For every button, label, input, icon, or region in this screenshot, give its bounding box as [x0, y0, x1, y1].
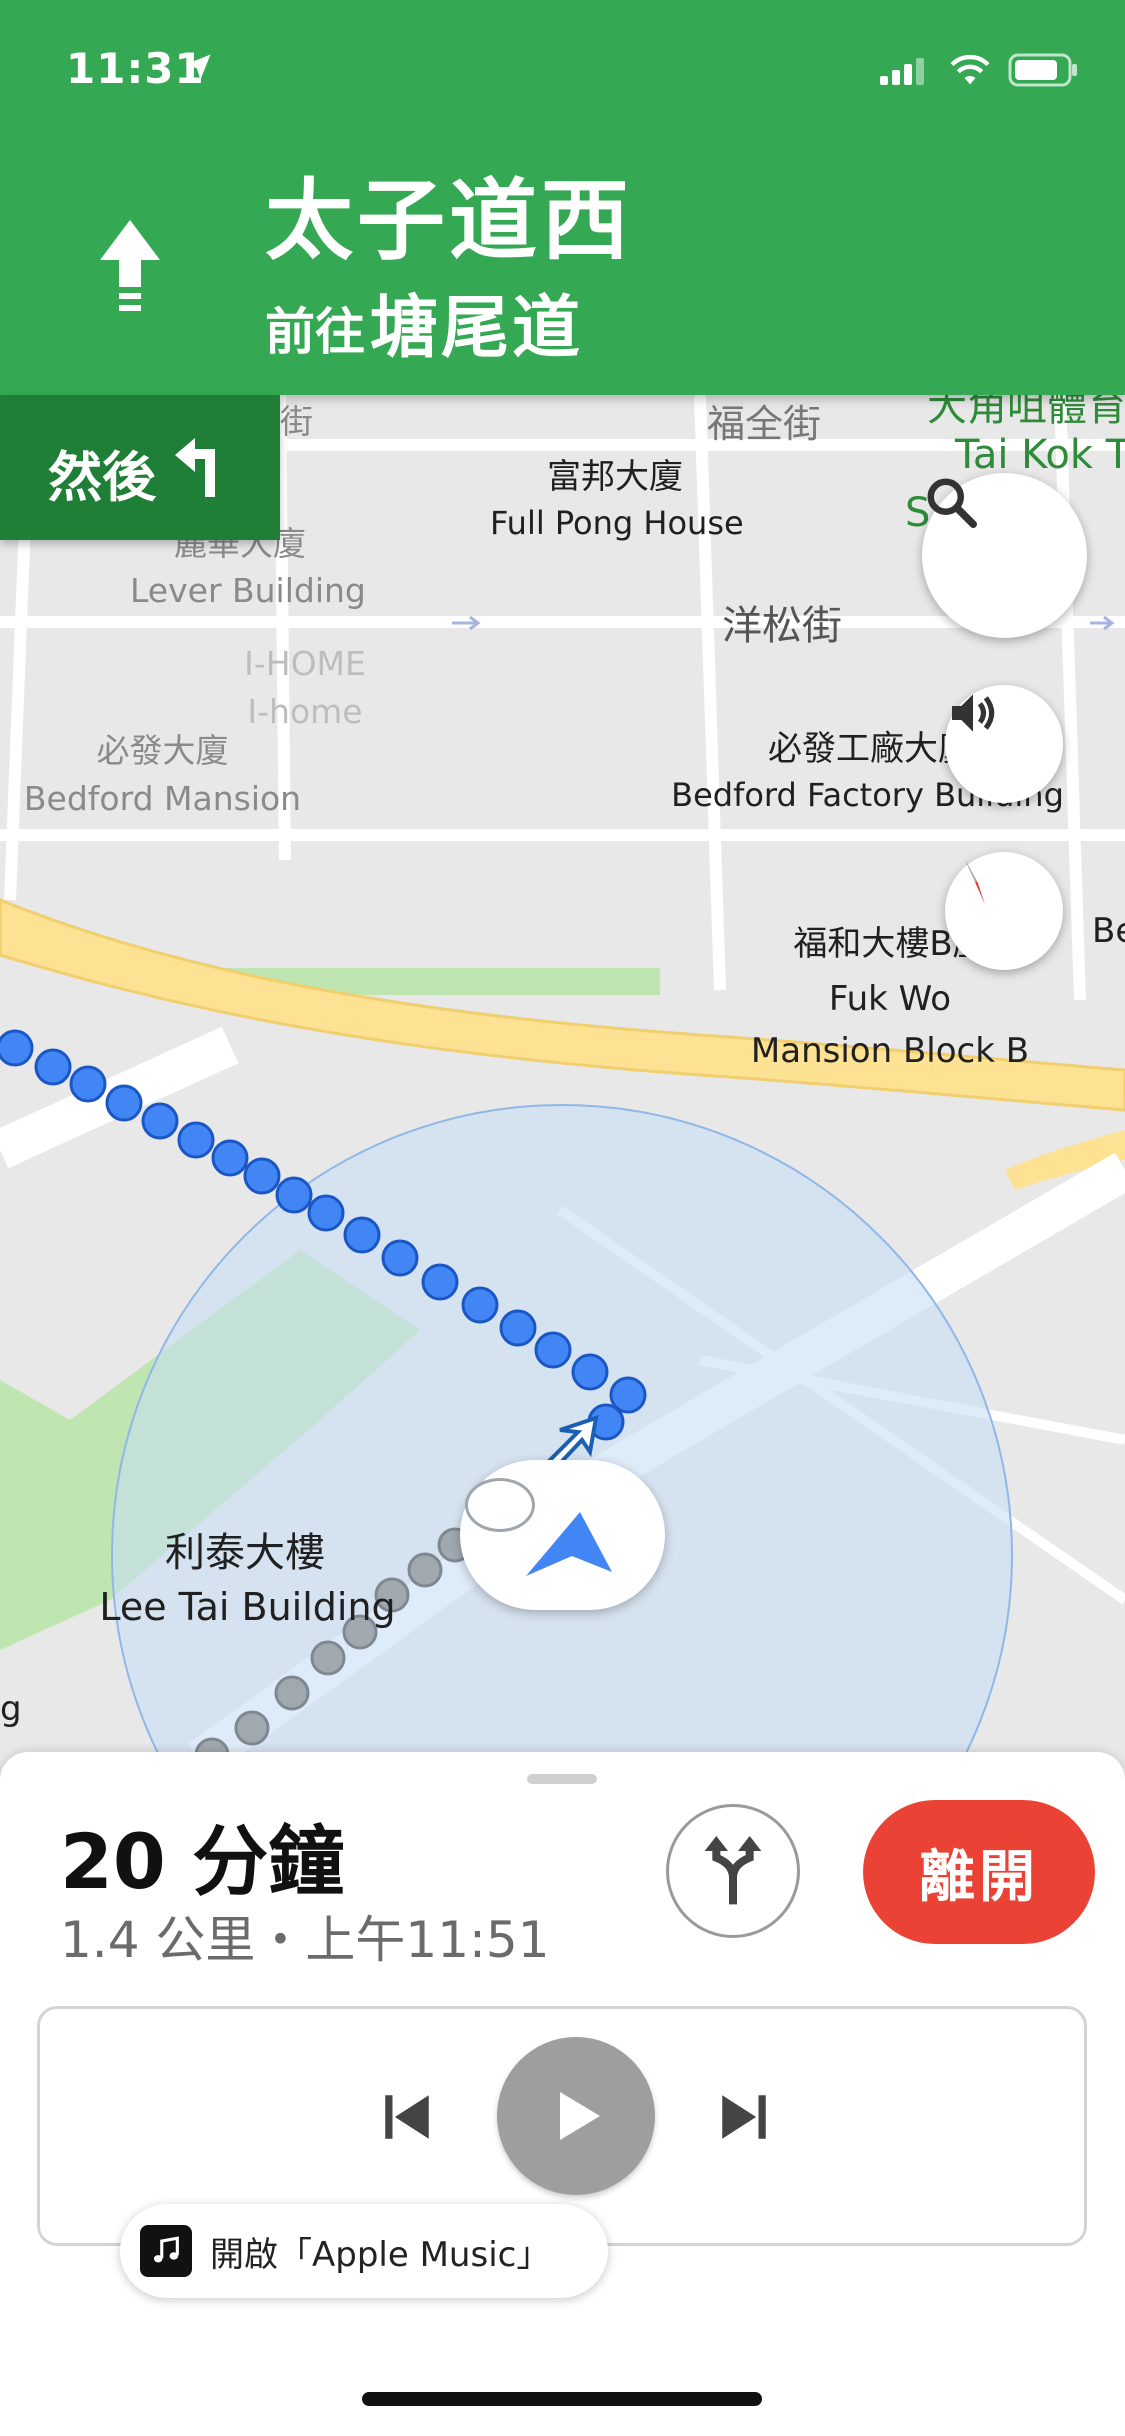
- trip-detail: 1.4 公里・上午11:51: [60, 1911, 550, 1969]
- trip-duration: 20 分鐘: [60, 1817, 345, 1906]
- then-label: 然後: [48, 446, 156, 509]
- turn-left-icon: [175, 438, 215, 497]
- search-button[interactable]: [922, 473, 1087, 638]
- music-note-icon: [153, 2236, 179, 2263]
- map-label: 福全街: [707, 402, 822, 446]
- wifi-icon: [950, 54, 990, 85]
- sheet-drag-handle[interactable]: [527, 1774, 597, 1784]
- exit-navigation-button[interactable]: 離開: [863, 1800, 1095, 1944]
- open-apple-music-label: 開啟「Apple Music」: [210, 2234, 551, 2275]
- navigation-banner[interactable]: 11:31 太子道西 前往 塘尾道: [0, 0, 1125, 395]
- alternate-routes-button[interactable]: [666, 1804, 800, 1938]
- map-label: Mansion Block B: [750, 1031, 1030, 1071]
- map-label: I-HOME: [244, 644, 366, 683]
- toward-street: 塘尾道: [370, 289, 584, 368]
- compass-button[interactable]: [945, 852, 1063, 970]
- map-label: 洋松街: [722, 603, 842, 649]
- compass-icon: [965, 859, 985, 905]
- map-label: 街: [280, 402, 313, 441]
- map-label: Bedford Mansion: [23, 779, 302, 818]
- skip-next-icon[interactable]: [715, 2088, 773, 2146]
- route-start-marker: [465, 1478, 535, 1532]
- map-label: Be: [1092, 911, 1125, 951]
- map-label: g: [0, 1689, 22, 1729]
- map-label: Lee Tai Building: [99, 1585, 396, 1629]
- volume-icon: [952, 694, 995, 732]
- map-label: 必發大廈: [96, 731, 229, 770]
- search-icon: [927, 478, 977, 528]
- next-turn-box[interactable]: 然後: [0, 395, 280, 540]
- map-label: 利泰大樓: [165, 1530, 325, 1576]
- current-street: 太子道西: [265, 169, 634, 272]
- skip-previous-icon[interactable]: [378, 2088, 436, 2146]
- play-button[interactable]: [497, 2037, 655, 2195]
- play-icon: [560, 2092, 600, 2140]
- open-apple-music-button[interactable]: 開啟「Apple Music」: [120, 2204, 608, 2298]
- map-label: Fuk Wo: [828, 979, 952, 1019]
- location-arrow-icon: [185, 54, 211, 80]
- home-indicator[interactable]: [362, 2392, 762, 2406]
- apple-music-app-icon: [140, 2225, 192, 2277]
- map-label: Tai Kok T: [955, 432, 1125, 478]
- cellular-signal-icon: [880, 58, 924, 85]
- map-label: 富邦大廈: [547, 457, 683, 497]
- trip-sheet[interactable]: 20 分鐘 1.4 公里・上午11:51 離開 開啟「Apple Music」: [0, 1752, 1125, 2436]
- toward-prefix: 前往: [265, 303, 365, 361]
- map-label: Full Pong House: [490, 504, 744, 542]
- battery-icon: [1008, 53, 1077, 87]
- sound-button[interactable]: [945, 685, 1063, 803]
- map-label: Lever Building: [130, 571, 366, 610]
- map-label: I-home: [247, 692, 363, 731]
- straight-arrow-icon: [100, 220, 160, 311]
- alternate-routes-icon: [704, 1836, 762, 1905]
